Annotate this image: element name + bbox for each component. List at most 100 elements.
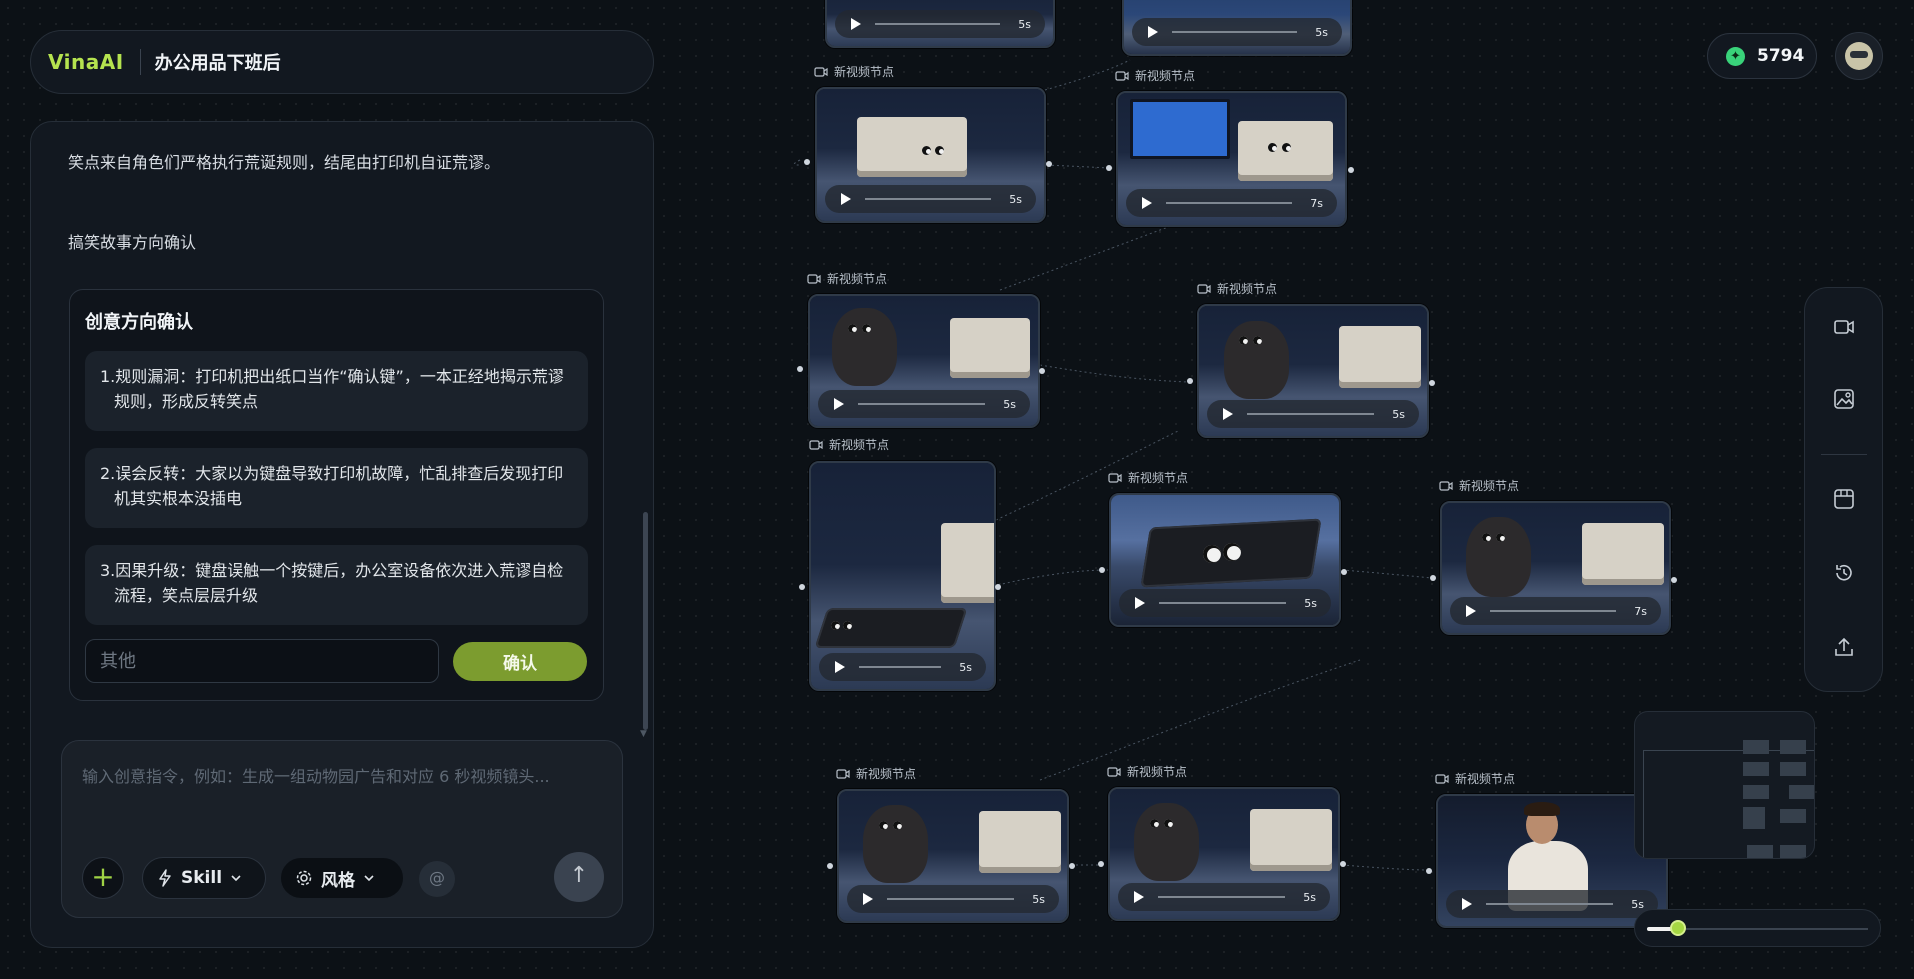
- video-duration: 7s: [1634, 604, 1647, 618]
- connection-port[interactable]: [804, 159, 810, 165]
- gear-icon: [296, 870, 312, 886]
- prompt-composer[interactable]: 输入创意指令，例如：生成一组动物园广告和对应 6 秒视频镜头... + Skil…: [61, 740, 623, 918]
- progress-track[interactable]: [858, 403, 986, 405]
- direction-option-2[interactable]: 2.误会反转：大家以为键盘导致打印机故障，忙乱排查后发现打印机其实根本没插电: [85, 448, 588, 528]
- play-icon[interactable]: [834, 398, 844, 410]
- play-icon[interactable]: [863, 893, 873, 905]
- connection-port[interactable]: [1099, 567, 1105, 573]
- other-input[interactable]: [85, 639, 439, 683]
- video-player-controls[interactable]: 5s: [818, 390, 1030, 418]
- rock-character: [863, 805, 928, 883]
- video-player-controls[interactable]: 5s: [819, 653, 986, 681]
- video-node[interactable]: 5s: [809, 461, 996, 691]
- play-icon[interactable]: [1466, 605, 1476, 617]
- history-icon[interactable]: [1829, 562, 1859, 592]
- video-player-controls[interactable]: 5s: [1446, 890, 1658, 918]
- send-button[interactable]: ↑: [554, 852, 604, 902]
- play-icon[interactable]: [1148, 26, 1158, 38]
- project-title[interactable]: 办公用品下班后: [155, 49, 281, 75]
- option-text: 2.误会反转：大家以为键盘导致打印机故障，忙乱排查后发现打印机其实根本没插电: [100, 464, 564, 508]
- video-node[interactable]: 5s: [815, 87, 1046, 223]
- style-dropdown[interactable]: 风格: [280, 857, 404, 899]
- zoom-handle[interactable]: [1670, 920, 1686, 936]
- play-icon[interactable]: [841, 193, 851, 205]
- progress-track[interactable]: [865, 198, 992, 200]
- progress-track[interactable]: [875, 23, 1001, 25]
- play-icon[interactable]: [1462, 898, 1472, 910]
- video-node[interactable]: 5s: [1109, 493, 1341, 627]
- credits-badge[interactable]: ✦ 5794: [1707, 33, 1817, 79]
- progress-track[interactable]: [859, 666, 942, 668]
- mention-button[interactable]: @: [419, 861, 455, 897]
- progress-track[interactable]: [1158, 896, 1286, 898]
- progress-track[interactable]: [887, 898, 1015, 900]
- direction-option-3[interactable]: 3.因果升级：键盘误触一个按键后，办公室设备依次进入荒谬自检流程，笑点层层升级: [85, 545, 588, 625]
- video-node[interactable]: 5s: [837, 789, 1069, 923]
- progress-track[interactable]: [1172, 31, 1298, 33]
- video-node[interactable]: 5s: [1197, 304, 1429, 438]
- progress-track[interactable]: [1490, 610, 1617, 612]
- connection-port[interactable]: [1187, 378, 1193, 384]
- play-icon[interactable]: [1223, 408, 1233, 420]
- play-icon[interactable]: [1134, 891, 1144, 903]
- connection-port[interactable]: [799, 584, 805, 590]
- storyboard-icon[interactable]: [1829, 488, 1859, 518]
- video-icon[interactable]: [1829, 315, 1859, 345]
- video-node[interactable]: 7s: [1116, 91, 1347, 227]
- scroll-down-arrow-icon[interactable]: ▼: [640, 729, 647, 739]
- chat-scrollbar[interactable]: [643, 512, 648, 730]
- connection-port[interactable]: [1348, 167, 1354, 173]
- connection-port[interactable]: [1426, 868, 1432, 874]
- progress-track[interactable]: [1159, 602, 1287, 604]
- connection-port[interactable]: [1429, 380, 1435, 386]
- zoom-slider[interactable]: [1634, 909, 1881, 947]
- progress-track[interactable]: [1486, 903, 1614, 905]
- progress-track[interactable]: [1247, 413, 1375, 415]
- connection-port[interactable]: [1430, 575, 1436, 581]
- video-player-controls[interactable]: 7s: [1450, 597, 1661, 625]
- connection-port[interactable]: [1341, 569, 1347, 575]
- direction-option-1[interactable]: 1.规则漏洞：打印机把出纸口当作“确认键”，一本正经地揭示荒谬规则，形成反转笑点: [85, 351, 588, 431]
- video-player-controls[interactable]: 5s: [825, 185, 1036, 213]
- play-icon[interactable]: [851, 18, 861, 30]
- prompt-input[interactable]: 输入创意指令，例如：生成一组动物园广告和对应 6 秒视频镜头...: [82, 763, 550, 787]
- video-node[interactable]: 7s: [1440, 501, 1671, 635]
- progress-track[interactable]: [1166, 202, 1293, 204]
- play-icon[interactable]: [1142, 197, 1152, 209]
- connection-port[interactable]: [827, 863, 833, 869]
- video-node[interactable]: 5s: [1122, 0, 1352, 56]
- confirm-button[interactable]: 确认: [453, 642, 587, 681]
- image-icon[interactable]: [1829, 388, 1859, 418]
- video-node[interactable]: 5s: [808, 294, 1040, 428]
- skill-dropdown[interactable]: Skill: [142, 857, 266, 899]
- vina-ai-logo[interactable]: VinaAI: [48, 50, 124, 74]
- video-player-controls[interactable]: 5s: [1119, 589, 1331, 617]
- connection-port[interactable]: [1106, 165, 1112, 171]
- upload-icon[interactable]: [1829, 636, 1859, 666]
- video-node[interactable]: 5s: [1108, 787, 1340, 921]
- video-player-controls[interactable]: 5s: [1207, 400, 1419, 428]
- connection-port[interactable]: [1069, 863, 1075, 869]
- connection-port[interactable]: [1098, 861, 1104, 867]
- video-node[interactable]: 5s: [825, 0, 1055, 48]
- play-icon[interactable]: [1135, 597, 1145, 609]
- video-player-controls[interactable]: 5s: [1118, 883, 1330, 911]
- assistant-message-heading: 搞笑故事方向确认: [68, 233, 197, 252]
- minimap[interactable]: [1634, 711, 1815, 859]
- connection-port[interactable]: [1039, 368, 1045, 374]
- card-title: 创意方向确认: [85, 312, 193, 333]
- connection-port[interactable]: [1340, 861, 1346, 867]
- user-avatar[interactable]: [1835, 32, 1883, 80]
- video-player-controls[interactable]: 7s: [1126, 189, 1337, 217]
- connection-port[interactable]: [995, 584, 1001, 590]
- video-player-controls[interactable]: 5s: [1132, 18, 1342, 46]
- connection-port[interactable]: [797, 366, 803, 372]
- play-icon[interactable]: [835, 661, 845, 673]
- node-label-text: 新视频节点: [856, 767, 917, 781]
- video-player-controls[interactable]: 5s: [835, 10, 1045, 38]
- connection-port[interactable]: [1671, 577, 1677, 583]
- video-player-controls[interactable]: 5s: [847, 885, 1059, 913]
- connection-port[interactable]: [1046, 161, 1052, 167]
- add-button[interactable]: +: [82, 857, 124, 899]
- style-label: 风格: [321, 870, 355, 891]
